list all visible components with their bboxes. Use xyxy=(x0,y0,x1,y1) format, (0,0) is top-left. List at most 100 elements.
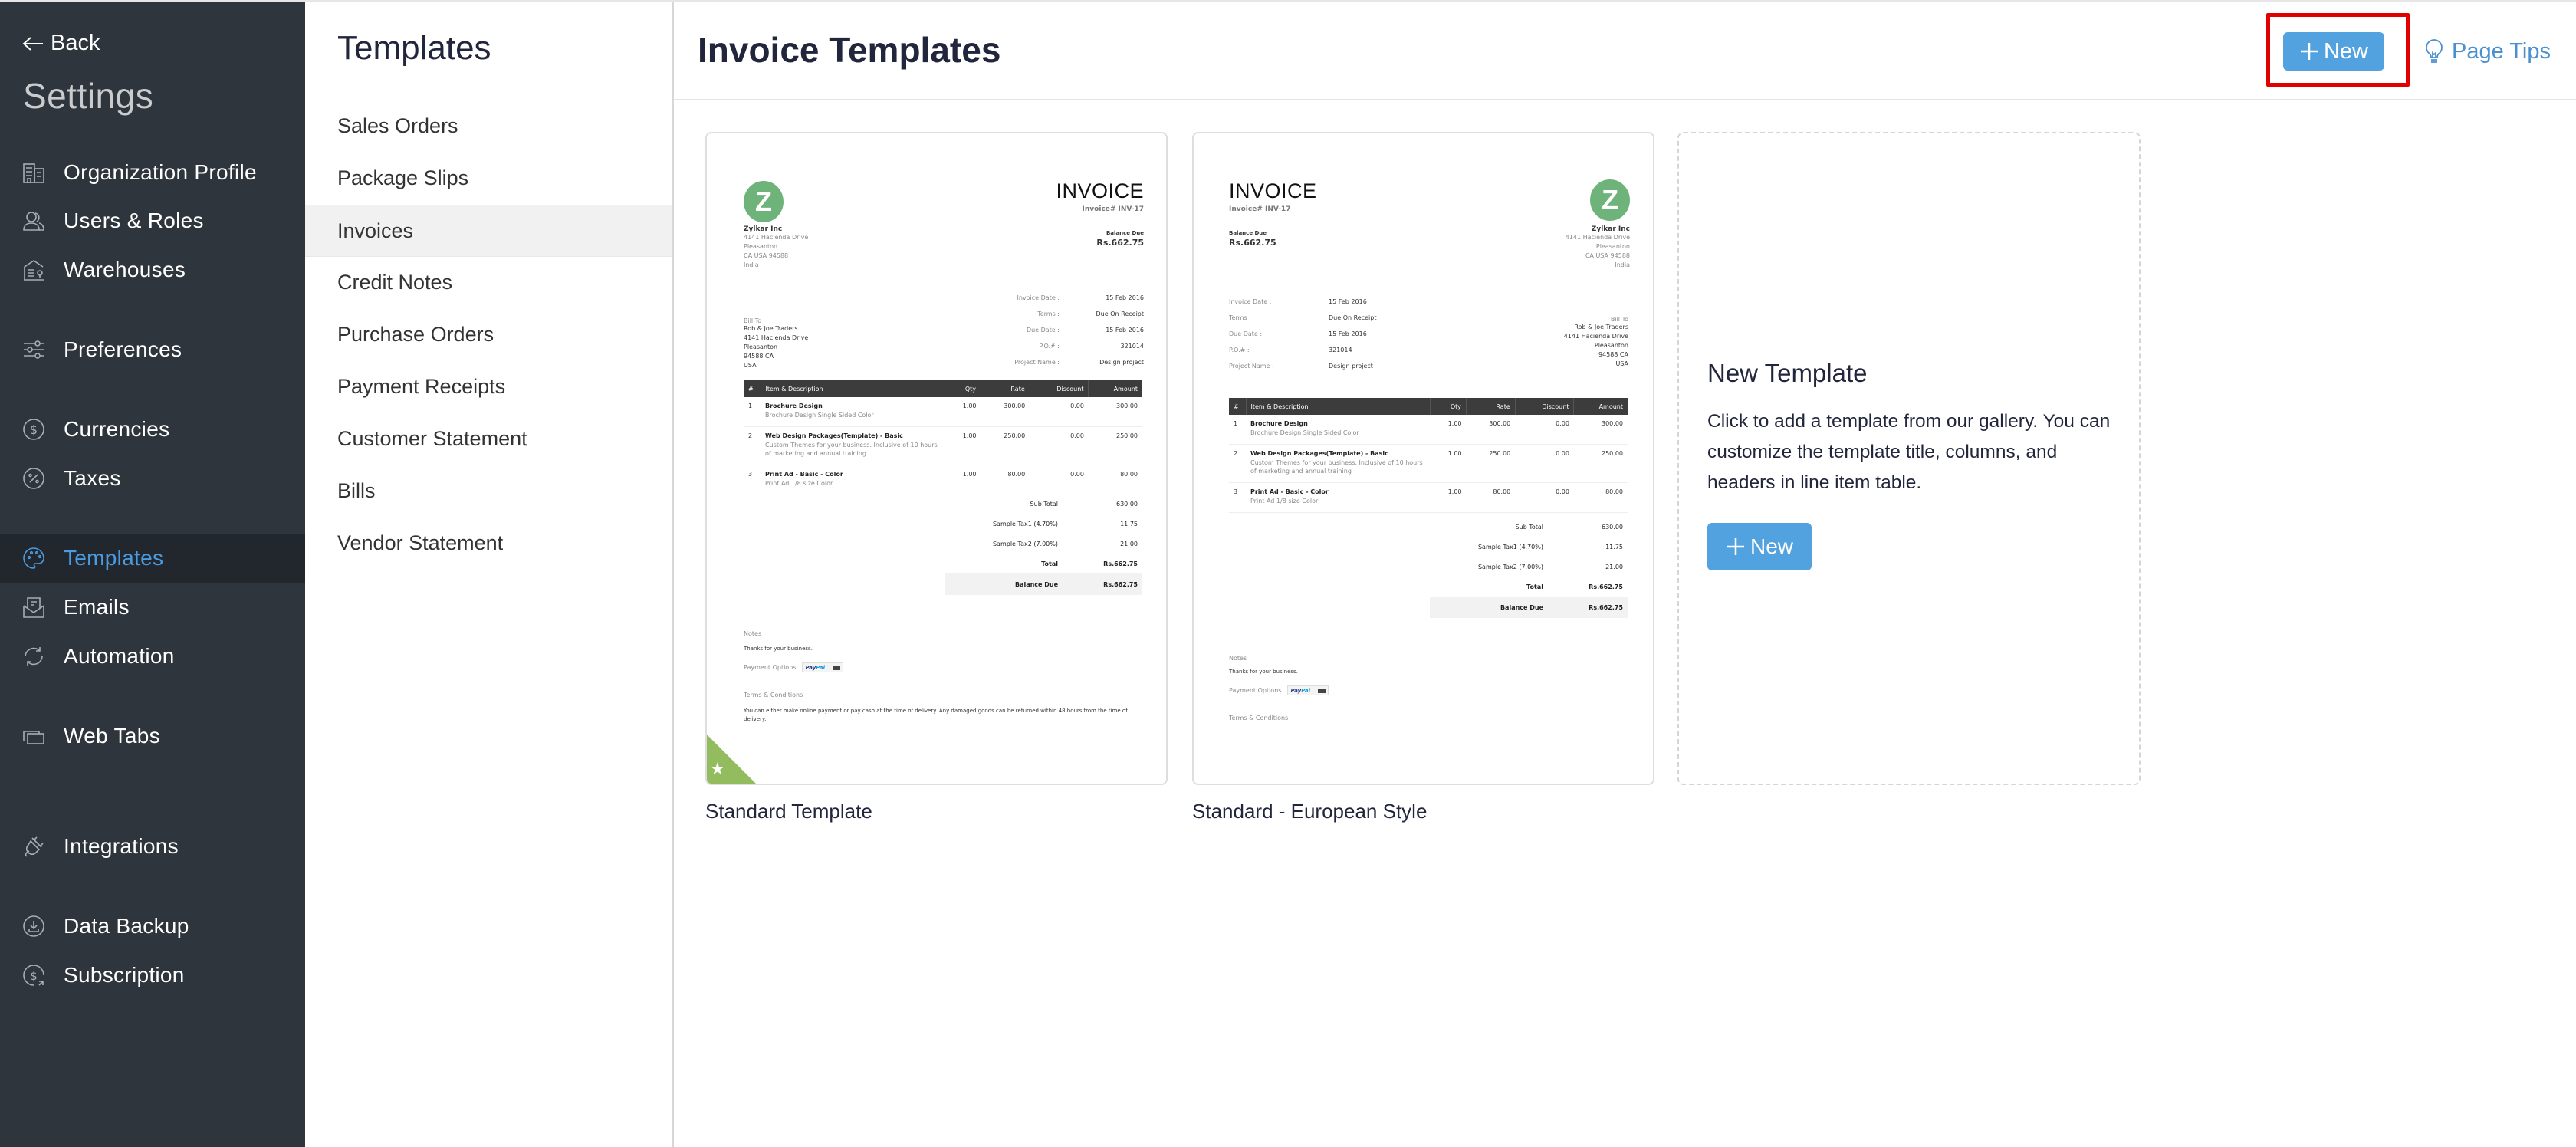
template-type-sales-orders[interactable]: Sales Orders xyxy=(305,100,672,152)
bill-to-line: 4141 Hacienda Drive xyxy=(1563,333,1628,340)
paypal-text: Pay xyxy=(1290,687,1302,694)
bill-to-line: 4141 Hacienda Drive xyxy=(744,334,809,341)
paypal-text: Pal xyxy=(1301,687,1311,694)
template-type-invoices[interactable]: Invoices xyxy=(305,205,672,257)
item-discount: 0.00 xyxy=(1515,482,1574,513)
template-type-bills[interactable]: Bills xyxy=(305,465,672,517)
new-button-label: New xyxy=(1750,534,1793,558)
sidebar-item-web-tabs[interactable]: Web Tabs xyxy=(0,715,305,758)
item-rate: 80.00 xyxy=(1466,482,1516,513)
template-type-customer-statement[interactable]: Customer Statement xyxy=(305,412,672,465)
total-label: Sample Tax2 (7.00%) xyxy=(1477,563,1543,570)
org-address-line: 4141 Hacienda Drive xyxy=(744,234,809,241)
payment-options-label: Payment Options xyxy=(744,664,797,671)
item-number: 3 xyxy=(1229,482,1246,513)
template-type-vendor-statement[interactable]: Vendor Statement xyxy=(305,517,672,569)
notes-label: Notes xyxy=(1229,655,1247,662)
template-name-standard: Standard Template xyxy=(705,800,872,823)
column-header: Item & Description xyxy=(761,380,945,397)
sidebar-item-label: Taxes xyxy=(64,466,121,490)
template-type-credit-notes[interactable]: Credit Notes xyxy=(305,256,672,308)
template-type-package-slips[interactable]: Package Slips xyxy=(305,152,672,204)
page-tips-link[interactable]: Page Tips xyxy=(2424,34,2551,69)
invoice-preview: Z INVOICE Invoice# INV-17 Balance Due Rs… xyxy=(707,133,1166,784)
sidebar-item-integrations[interactable]: Integrations xyxy=(0,825,305,868)
payment-options: Payment Options PayPal xyxy=(1229,685,1329,695)
invoice-meta: Invoice Date : 15 Feb 2016 Terms : Due On … xyxy=(1229,298,1413,379)
sidebar-item-subscription[interactable]: $ Subscription xyxy=(0,954,305,997)
bill-to-line: Pleasanton xyxy=(744,343,778,350)
new-button-label: New xyxy=(2323,38,2368,64)
total-value: Rs.662.75 xyxy=(1589,583,1623,590)
new-template-button[interactable]: New xyxy=(2283,32,2384,71)
meta-value: 15 Feb 2016 xyxy=(1329,298,1367,305)
window-top-border xyxy=(0,0,2576,2)
meta-value: Design project xyxy=(1329,363,1373,370)
sidebar-item-users-roles[interactable]: Users & Roles xyxy=(0,199,305,242)
back-label: Back xyxy=(51,31,100,55)
item-amount: 80.00 xyxy=(1573,482,1628,513)
item-amount: 250.00 xyxy=(1088,426,1142,465)
sidebar-item-automation[interactable]: Automation xyxy=(0,635,305,678)
total-value: 21.00 xyxy=(1120,540,1138,547)
table-row: 3 Print Ad - Basic - Color Print Ad 1/8 si… xyxy=(1229,482,1628,513)
sidebar-item-label: Data Backup xyxy=(64,914,189,938)
template-type-payment-receipts[interactable]: Payment Receipts xyxy=(305,360,672,412)
total-label: Sample Tax1 (4.70%) xyxy=(1477,543,1543,550)
total-value: 630.00 xyxy=(1116,500,1138,508)
column-header: Qty xyxy=(1430,398,1467,415)
meta-value: 15 Feb 2016 xyxy=(1106,294,1144,301)
new-template-card[interactable]: New Template Click to add a template fro… xyxy=(1677,132,2141,785)
meta-key: Terms : xyxy=(1229,314,1251,321)
back-link[interactable]: Back xyxy=(21,31,100,56)
templates-panel-title: Templates xyxy=(337,29,491,67)
template-name-european: Standard - European Style xyxy=(1192,800,1428,823)
building-icon xyxy=(21,160,46,185)
star-icon: ★ xyxy=(710,759,725,778)
sidebar-item-warehouses[interactable]: Warehouses xyxy=(0,248,305,291)
total-value: Rs.662.75 xyxy=(1103,560,1138,567)
meta-key: Project Name : xyxy=(1229,363,1274,370)
item-amount: 300.00 xyxy=(1088,397,1142,427)
new-template-card-button[interactable]: New xyxy=(1707,523,1812,570)
invoice-preview: INVOICE Invoice# INV-17 Balance Due Rs.6… xyxy=(1194,133,1653,784)
company-logo: Z xyxy=(1590,179,1630,221)
table-header-row: # Item & Description Qty Rate Discount A… xyxy=(744,380,1142,397)
sidebar-item-templates[interactable]: Templates xyxy=(0,534,305,583)
template-card-standard[interactable]: Z INVOICE Invoice# INV-17 Balance Due Rs… xyxy=(705,132,1168,785)
sidebar-item-data-backup[interactable]: Data Backup xyxy=(0,905,305,948)
org-address-line: India xyxy=(1615,261,1630,268)
org-address-line: Pleasanton xyxy=(744,243,778,250)
item-description: Print Ad 1/8 size Color xyxy=(765,480,833,487)
subscription-icon: $ xyxy=(21,963,46,988)
table-row: 1 Brochure Design Brochure Design Single S… xyxy=(1229,415,1628,445)
sidebar-item-currencies[interactable]: $ Currencies xyxy=(0,408,305,451)
org-address-line: Pleasanton xyxy=(1595,243,1630,250)
item-number: 3 xyxy=(744,465,761,495)
total-label: Sample Tax1 (4.70%) xyxy=(992,520,1058,527)
sidebar-item-preferences[interactable]: Preferences xyxy=(0,328,305,371)
invoice-number: Invoice# INV-17 xyxy=(1082,205,1144,213)
payment-options: Payment Options PayPal xyxy=(744,662,844,672)
template-type-purchase-orders[interactable]: Purchase Orders xyxy=(305,308,672,360)
item-discount: 0.00 xyxy=(1515,444,1574,483)
meta-key: Due Date : xyxy=(1026,327,1060,334)
sidebar-item-label: Warehouses xyxy=(64,258,186,281)
paypal-text: Pal xyxy=(816,664,826,671)
meta-value: 321014 xyxy=(1120,343,1144,350)
currency-icon: $ xyxy=(21,417,46,442)
balance-due-label: Balance Due xyxy=(1229,230,1267,236)
credit-card-icon xyxy=(1318,688,1326,693)
total-label: Sample Tax2 (7.00%) xyxy=(992,540,1058,547)
item-rate: 250.00 xyxy=(1466,444,1516,483)
meta-key: Project Name : xyxy=(1014,359,1060,366)
item-description: Print Ad 1/8 size Color xyxy=(1250,498,1319,504)
totals-block: Sub Total 630.00 Sample Tax1 (4.70%) 11.75… xyxy=(1430,517,1628,618)
sidebar-item-taxes[interactable]: Taxes xyxy=(0,457,305,500)
sidebar-item-emails[interactable]: Emails xyxy=(0,586,305,629)
total-label: Sub Total xyxy=(1030,500,1058,508)
template-card-european[interactable]: INVOICE Invoice# INV-17 Balance Due Rs.6… xyxy=(1192,132,1654,785)
svg-text:$: $ xyxy=(30,969,38,983)
table-row: 1 Brochure Design Brochure Design Single S… xyxy=(744,397,1142,427)
sidebar-item-organization-profile[interactable]: Organization Profile xyxy=(0,151,305,194)
